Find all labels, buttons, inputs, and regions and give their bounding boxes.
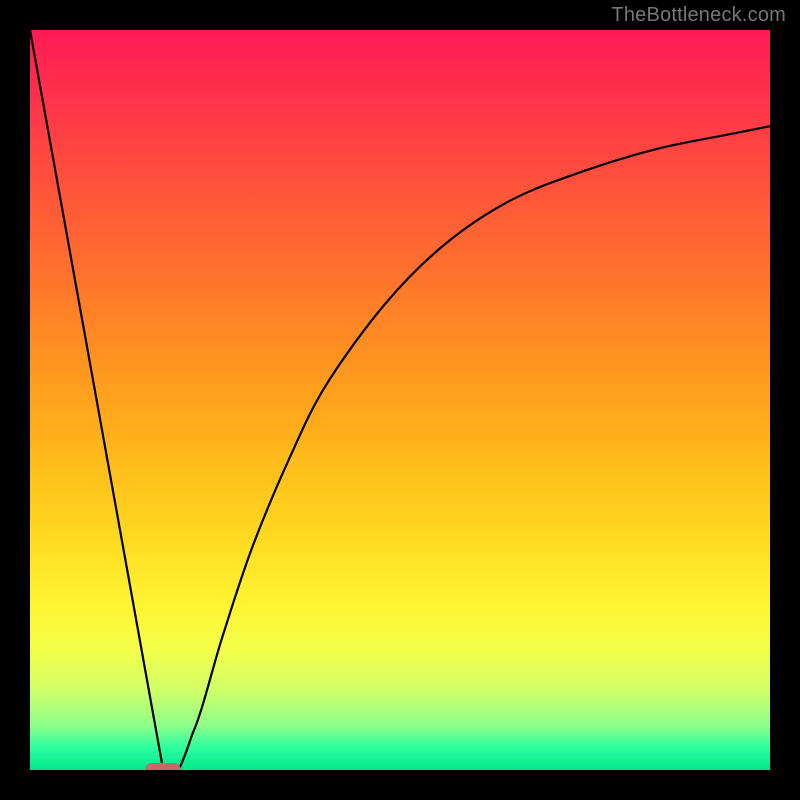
curve-path bbox=[30, 30, 770, 770]
chart-frame: TheBottleneck.com bbox=[0, 0, 800, 800]
optimum-marker bbox=[145, 763, 181, 770]
plot-area bbox=[30, 30, 770, 770]
curve-svg bbox=[30, 30, 770, 770]
watermark-text: TheBottleneck.com bbox=[611, 4, 786, 27]
